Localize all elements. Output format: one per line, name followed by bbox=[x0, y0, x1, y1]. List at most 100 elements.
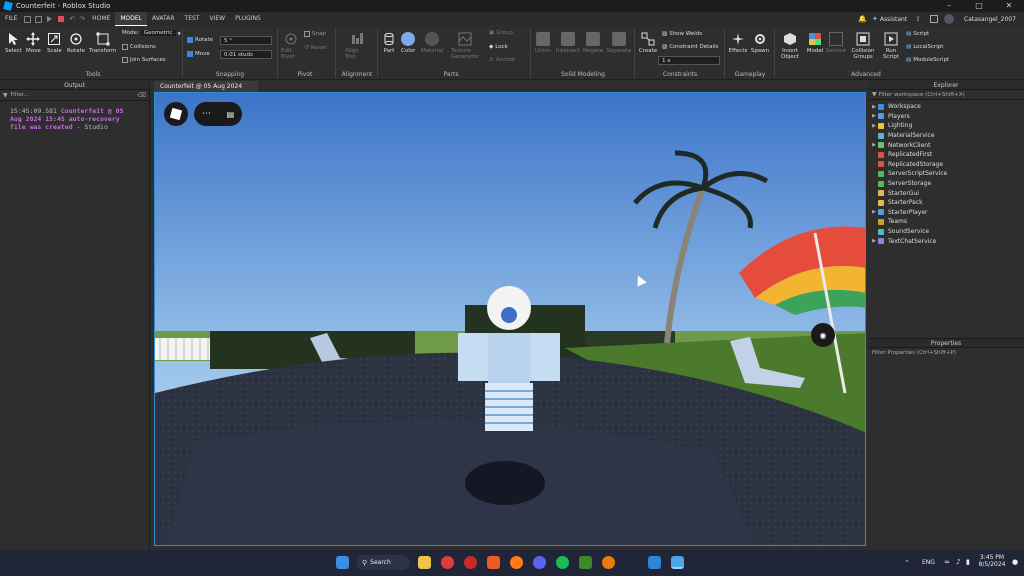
part-button[interactable]: Part bbox=[382, 32, 396, 54]
menu-test[interactable]: TEST bbox=[180, 12, 205, 26]
module-script-button[interactable]: ▤ ModuleScript bbox=[906, 57, 949, 63]
select-tool-button[interactable]: Select bbox=[5, 32, 22, 54]
play-icon[interactable] bbox=[47, 16, 53, 22]
language-indicator[interactable]: ENG bbox=[922, 559, 935, 566]
pivot-snap-checkbox[interactable] bbox=[304, 31, 310, 37]
wifi-icon[interactable]: ≈ bbox=[944, 558, 950, 566]
save-icon[interactable] bbox=[24, 15, 32, 23]
redo-icon[interactable]: ↷ bbox=[79, 15, 85, 23]
rotate-tool-button[interactable]: Rotate bbox=[67, 32, 85, 54]
model-button[interactable]: Model bbox=[805, 32, 825, 54]
explorer-item[interactable]: ReplicatedStorage bbox=[870, 160, 1024, 170]
publish-icon[interactable] bbox=[35, 15, 43, 23]
texture-generator-button[interactable]: Texture Generator bbox=[451, 32, 479, 60]
explorer-item[interactable]: SoundService bbox=[870, 227, 1024, 237]
menu-view[interactable]: VIEW bbox=[204, 12, 230, 26]
material-button[interactable]: Material bbox=[421, 32, 443, 54]
move-snap-input[interactable]: 0.01 studs bbox=[220, 50, 272, 59]
roblox-studio-taskbar-icon[interactable] bbox=[648, 556, 661, 569]
explorer-item[interactable]: ServerScriptService bbox=[870, 169, 1024, 179]
expand-arrow-icon[interactable]: ▶ bbox=[870, 104, 878, 110]
local-script-button[interactable]: ▤ LocalScript bbox=[906, 44, 943, 50]
more-options-icon[interactable]: ⋯ bbox=[202, 109, 211, 119]
screenshot-button[interactable]: ◉ bbox=[811, 323, 835, 347]
collision-groups-button[interactable]: Collision Groups bbox=[850, 32, 876, 60]
service-button[interactable]: Service bbox=[826, 32, 846, 54]
move-snap-checkbox[interactable] bbox=[187, 51, 193, 57]
explorer-item[interactable]: ▶ Lighting bbox=[870, 121, 1024, 131]
mode-dropdown[interactable]: Geometric bbox=[140, 30, 176, 36]
scale-tool-button[interactable]: Scale bbox=[47, 32, 62, 54]
explorer-item[interactable]: ▶ TextChatService bbox=[870, 236, 1024, 246]
tab-counterfeit-place[interactable]: Counterfeit @ 05 Aug 2024 15:45 ✕ bbox=[154, 81, 258, 101]
3d-viewport[interactable]: ⋯ ▤ ◉ bbox=[154, 92, 866, 546]
join-surfaces-toggle[interactable]: Join Surfaces bbox=[122, 57, 166, 63]
expand-arrow-icon[interactable]: ▶ bbox=[870, 123, 878, 129]
blender-icon[interactable] bbox=[602, 556, 615, 569]
group-button[interactable]: ▣ Group bbox=[489, 30, 513, 36]
avatar[interactable] bbox=[944, 14, 954, 24]
close-button[interactable]: ✕ bbox=[994, 0, 1024, 12]
collisions-checkbox[interactable] bbox=[122, 44, 128, 50]
brave-icon[interactable] bbox=[487, 556, 500, 569]
rotate-snap-checkbox[interactable] bbox=[187, 37, 193, 43]
windows-start-icon[interactable] bbox=[336, 556, 349, 569]
stop-icon[interactable] bbox=[58, 16, 65, 22]
transform-tool-button[interactable]: Transform bbox=[89, 32, 116, 54]
pivot-reset-button[interactable]: ↺ Reset bbox=[304, 44, 326, 51]
spotify-icon[interactable] bbox=[556, 556, 569, 569]
clock[interactable]: 3:45 PM 8/5/2024 bbox=[978, 554, 1006, 568]
output-filter-input[interactable]: Filter... bbox=[11, 91, 135, 99]
expand-arrow-icon[interactable]: ▶ bbox=[870, 142, 878, 148]
negate-button[interactable]: Negate bbox=[582, 32, 604, 54]
assistant-button[interactable]: ✦ Assistant bbox=[872, 15, 907, 23]
undo-icon[interactable]: ↶ bbox=[69, 15, 75, 23]
move-tool-button[interactable]: Move bbox=[26, 32, 41, 54]
battery-icon[interactable]: ▮ bbox=[966, 558, 970, 566]
edit-pivot-button[interactable]: Edit Pivot bbox=[281, 32, 301, 60]
clear-output-icon[interactable]: ⌫ bbox=[138, 92, 146, 99]
share-icon[interactable]: ⇧ bbox=[915, 15, 921, 23]
explorer-item[interactable]: ▶ Players bbox=[870, 112, 1024, 122]
explorer-item[interactable]: StarterPack bbox=[870, 198, 1024, 208]
spawn-button[interactable]: Spawn bbox=[750, 32, 770, 54]
explorer-filter-input[interactable]: Filter workspace (Ctrl+Shift+X) bbox=[879, 92, 1020, 98]
collisions-toggle[interactable]: Collisions bbox=[122, 44, 156, 50]
menu-avatar[interactable]: AVATAR bbox=[147, 12, 180, 26]
constraint-details-toggle[interactable]: ▧ Constraint Details bbox=[662, 44, 719, 50]
explorer-item[interactable]: ▶ NetworkClient bbox=[870, 140, 1024, 150]
expand-arrow-icon[interactable]: ▶ bbox=[870, 113, 878, 119]
show-welds-toggle[interactable]: ▧ Show Welds bbox=[662, 31, 702, 37]
explorer-item[interactable]: ReplicatedFirst bbox=[870, 150, 1024, 160]
explorer-item[interactable]: MaterialService bbox=[870, 131, 1024, 141]
taskbar-search-box[interactable]: ⚲ Search bbox=[356, 555, 410, 570]
separate-button[interactable]: Separate bbox=[606, 32, 632, 54]
explorer-item[interactable]: ▶ StarterPlayer bbox=[870, 208, 1024, 218]
minecraft-icon[interactable] bbox=[579, 556, 592, 569]
volume-icon[interactable]: ♪ bbox=[956, 558, 960, 566]
discord-icon[interactable] bbox=[533, 556, 546, 569]
menu-model[interactable]: MODEL bbox=[115, 12, 147, 26]
minimize-button[interactable]: – bbox=[934, 0, 964, 12]
color-button[interactable]: Color bbox=[401, 32, 415, 54]
firefox-icon[interactable] bbox=[510, 556, 523, 569]
notification-bell-icon[interactable]: ● bbox=[1012, 558, 1018, 566]
explorer-item[interactable]: ServerStorage bbox=[870, 179, 1024, 189]
rotate-snap-input[interactable]: 5 ° bbox=[220, 36, 272, 45]
menu-file[interactable]: FILE bbox=[0, 12, 22, 26]
explorer-item[interactable]: Teams bbox=[870, 217, 1024, 227]
chat-icon[interactable]: ▤ bbox=[227, 110, 235, 119]
constraint-scale-input[interactable]: 1 x bbox=[658, 56, 720, 65]
opera-icon[interactable] bbox=[441, 556, 454, 569]
script-button[interactable]: ▤ Script bbox=[906, 31, 929, 37]
align-tool-button[interactable]: Align Tool bbox=[345, 32, 369, 60]
expand-arrow-icon[interactable]: ▶ bbox=[870, 238, 878, 244]
file-explorer-icon[interactable] bbox=[418, 556, 431, 569]
menu-plugins[interactable]: PLUGINS bbox=[230, 12, 266, 26]
maximize-button[interactable]: □ bbox=[964, 0, 994, 12]
username-label[interactable]: Catasangel_2007 bbox=[964, 16, 1016, 23]
explorer-item[interactable]: StarterGui bbox=[870, 188, 1024, 198]
roblox-menu-button[interactable] bbox=[164, 102, 188, 126]
opera-gx-icon[interactable] bbox=[464, 556, 477, 569]
expand-arrow-icon[interactable]: ▶ bbox=[870, 209, 878, 215]
